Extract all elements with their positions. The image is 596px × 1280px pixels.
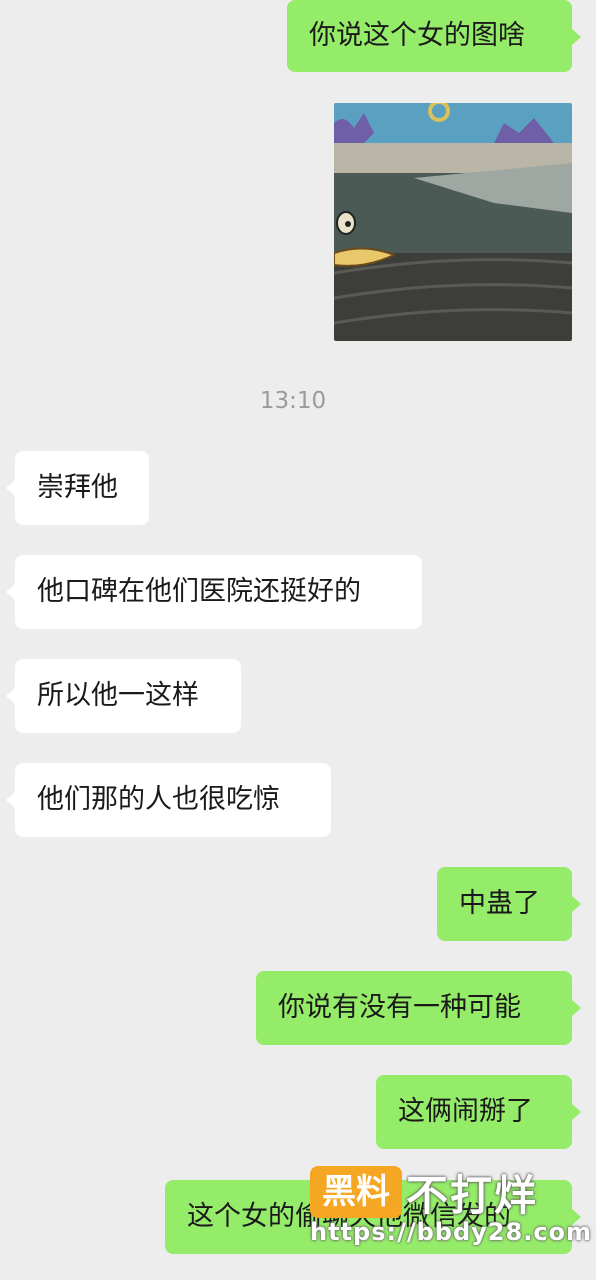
message-bubble-incoming[interactable]: 崇拜他 bbox=[6, 451, 149, 525]
message-bubble-incoming[interactable]: 他口碑在他们医院还挺好的 bbox=[6, 555, 422, 629]
message-bubble-outgoing[interactable]: 中蛊了 bbox=[437, 867, 581, 941]
message-bubble-incoming[interactable]: 他们那的人也很吃惊 bbox=[6, 763, 331, 837]
message-text: 中蛊了 bbox=[459, 888, 540, 919]
message-timestamp: 13:10 bbox=[259, 388, 327, 414]
message-bubble-incoming[interactable]: 所以他一这样 bbox=[6, 659, 241, 733]
message-text: 你说有没有一种可能 bbox=[278, 992, 521, 1023]
message-bubble-outgoing[interactable]: 这俩闹掰了 bbox=[376, 1075, 581, 1149]
message-text: 他们那的人也很吃惊 bbox=[37, 784, 280, 815]
message-text: 所以他一这样 bbox=[37, 680, 199, 711]
image-message[interactable] bbox=[334, 103, 572, 341]
message-text: 崇拜他 bbox=[37, 472, 118, 503]
message-text: 你说这个女的图啥 bbox=[309, 20, 525, 51]
watermark-logo: 黑料 bbox=[310, 1166, 402, 1218]
message-bubble-outgoing[interactable]: 你说这个女的图啥 bbox=[287, 0, 581, 72]
watermark: 黑料 不打烊 https://bbdy28.com bbox=[310, 1160, 591, 1250]
message-text: 他口碑在他们医院还挺好的 bbox=[37, 576, 361, 607]
watermark-url: https://bbdy28.com bbox=[310, 1218, 593, 1246]
message-bubble-outgoing[interactable]: 你说有没有一种可能 bbox=[256, 971, 581, 1045]
message-text: 这俩闹掰了 bbox=[398, 1096, 533, 1127]
watermark-brand: 不打烊 bbox=[406, 1171, 539, 1220]
meme-image-icon bbox=[334, 103, 572, 341]
